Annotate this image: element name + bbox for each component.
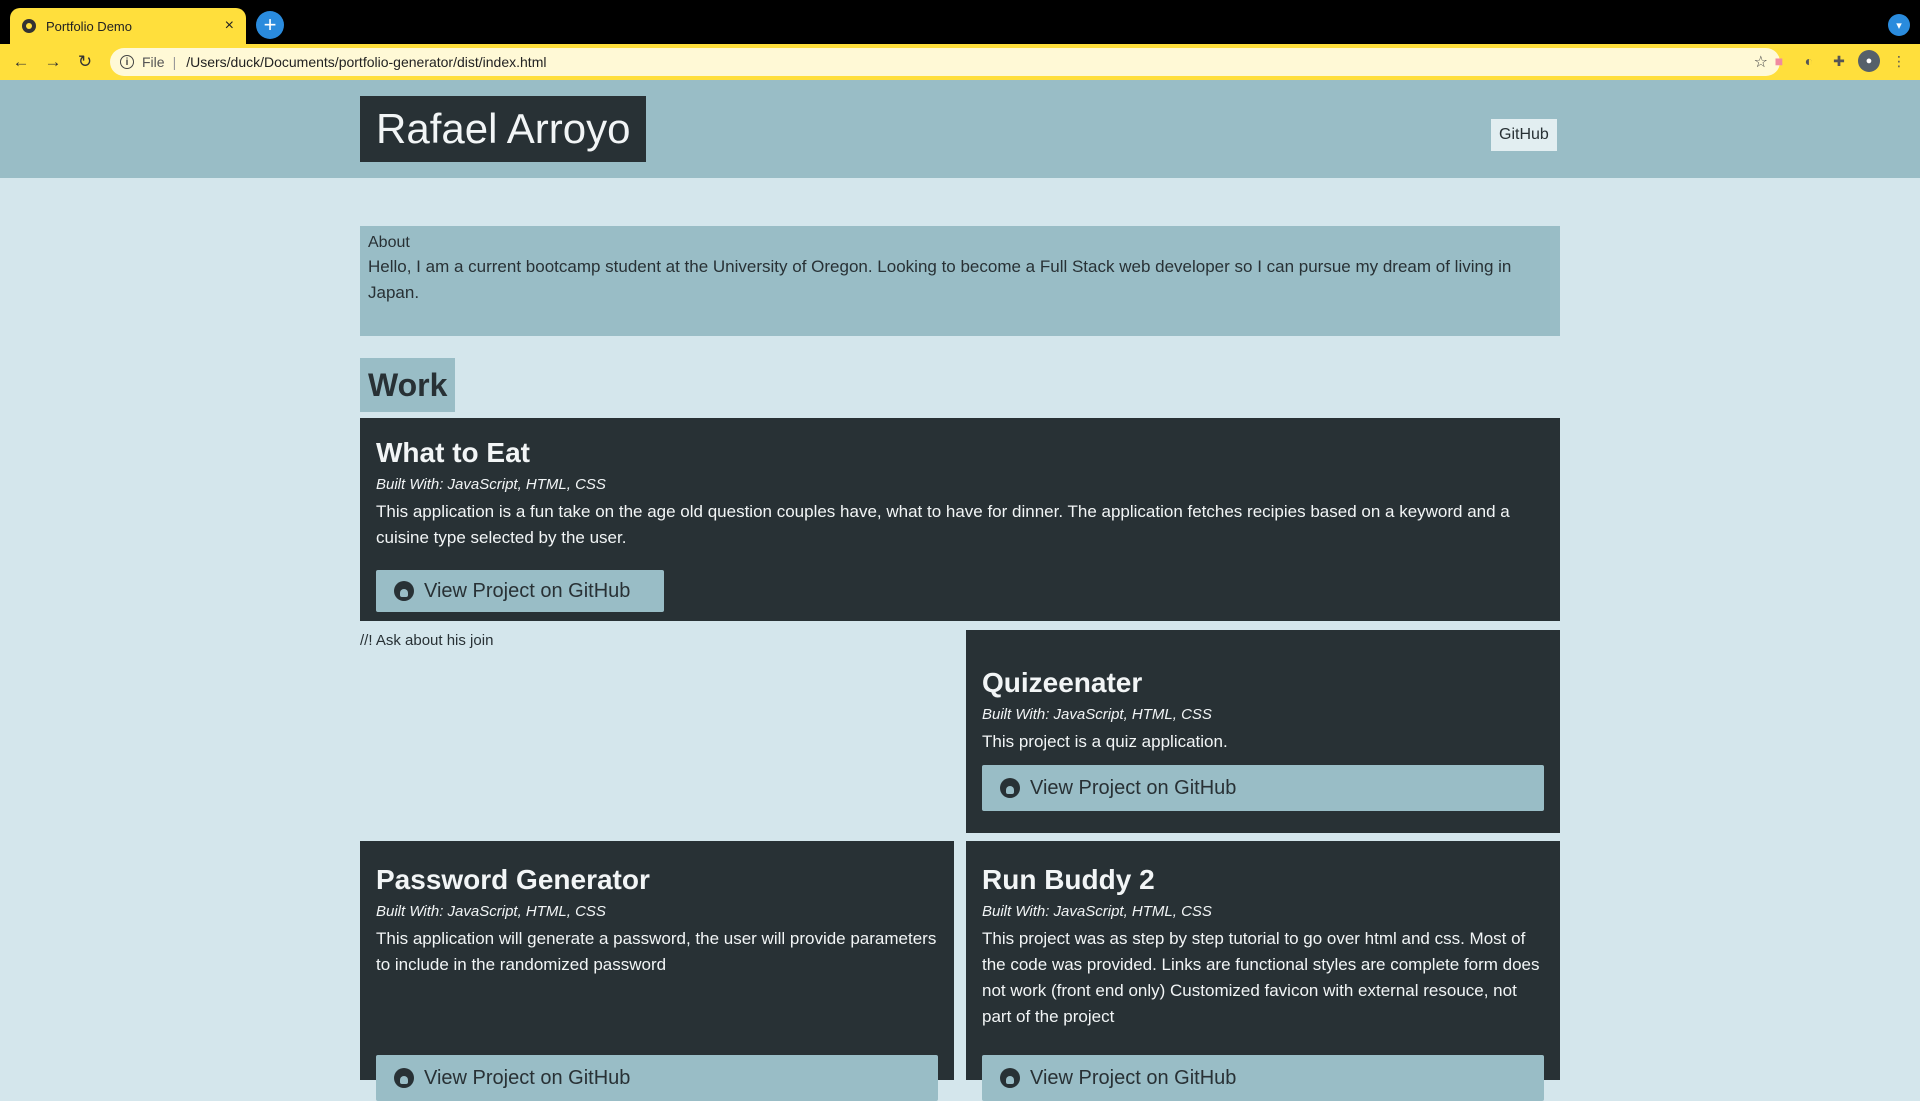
view-project-button[interactable]: View Project on GitHub bbox=[982, 1055, 1544, 1101]
browser-tab[interactable]: Portfolio Demo × bbox=[10, 8, 246, 44]
site-title: Rafael Arroyo bbox=[360, 96, 647, 162]
view-project-label: View Project on GitHub bbox=[424, 1066, 631, 1089]
page: Rafael Arroyo GitHub About Hello, I am a… bbox=[0, 80, 1920, 1101]
github-icon bbox=[1000, 778, 1020, 798]
view-project-label: View Project on GitHub bbox=[424, 579, 631, 602]
project-description: This project is a quiz application. bbox=[982, 732, 1228, 751]
github-icon bbox=[394, 581, 414, 601]
browser-tabstrip: Portfolio Demo × + ▾ bbox=[0, 0, 1920, 44]
camera-extension-icon[interactable]: ■ bbox=[1768, 50, 1790, 72]
back-arrow-icon[interactable]: ← bbox=[6, 47, 36, 77]
tab-title: Portfolio Demo bbox=[46, 18, 132, 34]
menu-dots-icon[interactable]: ⋮ bbox=[1888, 50, 1910, 72]
github-icon bbox=[394, 1068, 414, 1088]
extension-icons: ■ ◐ ✚ ● ⋮ bbox=[1768, 50, 1910, 72]
shield-extension-icon[interactable]: ◐ bbox=[1798, 50, 1820, 72]
url-separator: | bbox=[172, 54, 177, 70]
view-project-button[interactable]: View Project on GitHub bbox=[376, 570, 664, 612]
project-title: Password Generator bbox=[376, 864, 650, 895]
tab-search-icon[interactable]: ▾ bbox=[1888, 14, 1910, 36]
new-tab-button[interactable]: + bbox=[256, 11, 284, 39]
project-built-with: Built With: JavaScript, HTML, CSS bbox=[982, 903, 1212, 920]
project-title: Run Buddy 2 bbox=[982, 864, 1155, 895]
project-description: This application is a fun take on the ag… bbox=[376, 502, 1510, 547]
forward-arrow-icon[interactable]: → bbox=[38, 47, 68, 77]
project-description: This application will generate a passwor… bbox=[376, 929, 937, 974]
star-icon[interactable]: ☆ bbox=[1754, 52, 1768, 72]
about-section: About Hello, I am a current bootcamp stu… bbox=[360, 226, 1560, 336]
info-icon[interactable]: i bbox=[120, 55, 134, 69]
about-heading: About bbox=[368, 234, 410, 251]
reload-icon[interactable]: ↻ bbox=[70, 47, 100, 77]
globe-icon bbox=[22, 19, 36, 33]
project-title: What to Eat bbox=[376, 437, 530, 468]
github-nav-link[interactable]: GitHub bbox=[1491, 119, 1557, 151]
github-icon bbox=[1000, 1068, 1020, 1088]
view-project-label: View Project on GitHub bbox=[1030, 1066, 1237, 1089]
project-card-quizeenater: Quizeenater Built With: JavaScript, HTML… bbox=[966, 630, 1560, 833]
view-project-label: View Project on GitHub bbox=[1030, 776, 1237, 799]
project-built-with: Built With: JavaScript, HTML, CSS bbox=[376, 476, 606, 493]
project-card-password-generator: Password Generator Built With: JavaScrip… bbox=[360, 841, 954, 1101]
project-card-what-to-eat: What to Eat Built With: JavaScript, HTML… bbox=[360, 418, 1560, 621]
project-card-run-buddy-2: Run Buddy 2 Built With: JavaScript, HTML… bbox=[966, 841, 1560, 1101]
url-text[interactable]: /Users/duck/Documents/portfolio-generato… bbox=[186, 54, 546, 70]
view-project-button[interactable]: View Project on GitHub bbox=[982, 765, 1544, 811]
project-description: This project was as step by step tutoria… bbox=[982, 929, 1540, 1026]
comment-note: //! Ask about his join bbox=[360, 632, 494, 649]
view-project-button[interactable]: View Project on GitHub bbox=[376, 1055, 938, 1101]
address-bar[interactable]: i File | /Users/duck/Documents/portfolio… bbox=[110, 48, 1780, 76]
work-heading: Work bbox=[360, 358, 456, 412]
puzzle-icon[interactable]: ✚ bbox=[1828, 50, 1850, 72]
avatar[interactable]: ● bbox=[1858, 50, 1880, 72]
close-icon[interactable]: × bbox=[225, 17, 234, 35]
project-built-with: Built With: JavaScript, HTML, CSS bbox=[982, 706, 1212, 723]
site-header: Rafael Arroyo GitHub bbox=[0, 80, 1920, 178]
project-title: Quizeenater bbox=[982, 667, 1143, 698]
project-built-with: Built With: JavaScript, HTML, CSS bbox=[376, 903, 606, 920]
browser-toolbar: ← → ↻ i File | /Users/duck/Documents/por… bbox=[0, 44, 1920, 80]
url-scheme: File bbox=[142, 54, 165, 70]
about-text: Hello, I am a current bootcamp student a… bbox=[368, 257, 1512, 302]
